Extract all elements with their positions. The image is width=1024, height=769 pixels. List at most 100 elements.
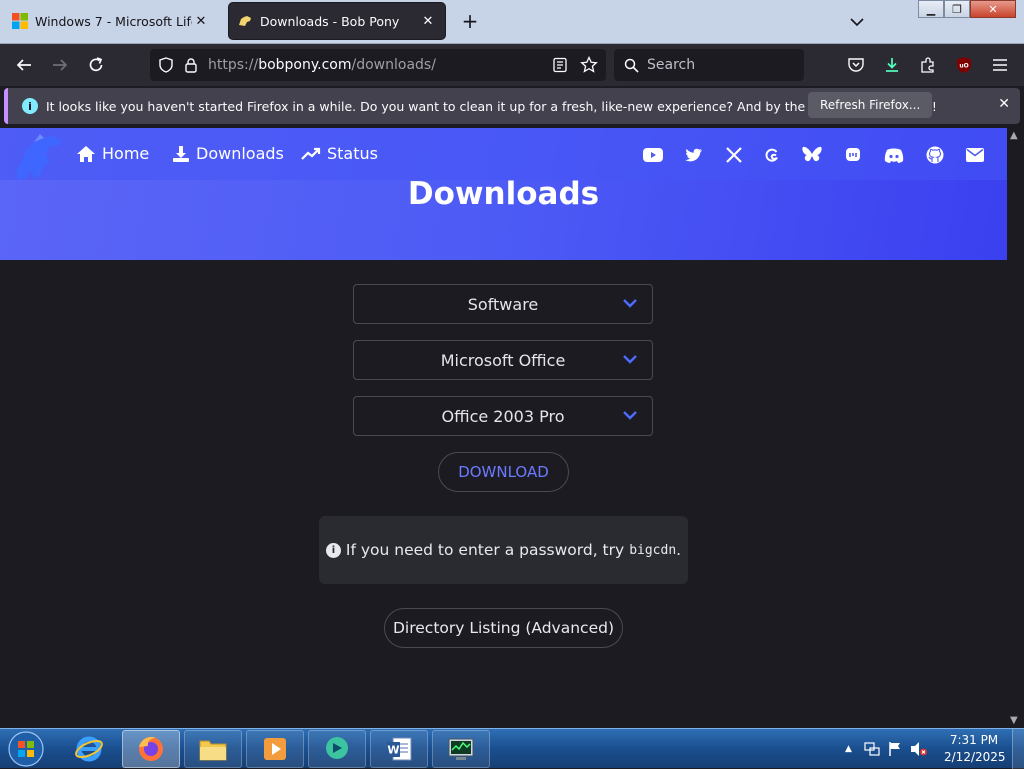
- media-player-icon: [264, 738, 286, 760]
- minimize-button[interactable]: ▁: [918, 0, 944, 18]
- threads-icon[interactable]: [761, 144, 783, 166]
- action-center-flag-icon[interactable]: [888, 741, 902, 757]
- navigation-toolbar: https://bobpony.com/downloads/ Search uO: [0, 44, 1024, 86]
- hamburger-menu-icon: [993, 59, 1007, 71]
- reload-button[interactable]: [84, 53, 108, 77]
- bob-pony-logo-icon[interactable]: [10, 132, 66, 182]
- downloads-button[interactable]: [880, 53, 904, 77]
- lock-icon[interactable]: [184, 57, 198, 73]
- download-arrow-icon: [886, 58, 898, 72]
- x-icon[interactable]: [723, 144, 745, 166]
- nav-downloads-link[interactable]: Downloads: [172, 144, 284, 163]
- network-icon[interactable]: [864, 741, 880, 757]
- download-icon: [173, 145, 189, 162]
- ublock-origin-button[interactable]: uO: [952, 53, 976, 77]
- back-button[interactable]: [12, 53, 36, 77]
- tab-downloads-bob-pony[interactable]: Downloads - Bob Pony ✕: [228, 2, 446, 40]
- directory-listing-button[interactable]: Directory Listing (Advanced): [384, 608, 623, 648]
- password-notice-text: If you need to enter a password, try: [345, 541, 625, 559]
- messenger-icon: [326, 737, 348, 759]
- url-path: /downloads/: [351, 57, 436, 73]
- window-controls: ▁ ❐ ✕: [918, 0, 1016, 18]
- start-button[interactable]: [6, 730, 46, 768]
- maximize-button[interactable]: ❐: [944, 0, 970, 18]
- pocket-button[interactable]: [844, 53, 868, 77]
- notification-text: It looks like you haven't started Firefo…: [46, 98, 937, 114]
- download-button[interactable]: DOWNLOAD: [438, 452, 569, 492]
- url-host: bobpony.com: [258, 57, 352, 73]
- tab-title: Downloads - Bob Pony: [260, 13, 400, 29]
- taskbar-internet-explorer[interactable]: [60, 730, 118, 768]
- scroll-up-arrow-icon[interactable]: ▲: [1010, 130, 1018, 141]
- forward-button[interactable]: [48, 53, 72, 77]
- address-bar[interactable]: https://bobpony.com/downloads/: [150, 49, 606, 81]
- password-notice: i If you need to enter a password, try b…: [319, 516, 688, 584]
- chevron-down-icon: [623, 411, 637, 420]
- bookmark-star-icon[interactable]: [580, 56, 598, 74]
- password-code: bigcdn: [629, 542, 677, 558]
- nav-downloads-label: Downloads: [196, 144, 284, 163]
- reader-view-icon[interactable]: [552, 57, 568, 73]
- system-tray: ▲: [845, 729, 928, 769]
- search-input[interactable]: Search: [614, 49, 804, 81]
- show-hidden-icons-icon[interactable]: ▲: [845, 744, 852, 754]
- mastodon-icon[interactable]: [842, 144, 864, 166]
- window-close-button[interactable]: ✕: [970, 0, 1016, 18]
- back-arrow-icon: [16, 59, 31, 71]
- category-select[interactable]: Software: [353, 284, 653, 324]
- bluesky-icon[interactable]: [801, 144, 823, 166]
- extensions-button[interactable]: [916, 53, 940, 77]
- refresh-firefox-notification: i It looks like you haven't started Fire…: [4, 88, 1020, 124]
- show-desktop-button[interactable]: [1012, 729, 1024, 769]
- tab-windows7-lifecycle[interactable]: Windows 7 - Microsoft Lifecycle ✕: [4, 2, 218, 40]
- app-menu-button[interactable]: [988, 53, 1012, 77]
- notification-close-icon[interactable]: ✕: [998, 96, 1010, 112]
- github-icon[interactable]: [924, 144, 946, 166]
- nav-home-link[interactable]: Home: [76, 144, 149, 163]
- refresh-firefox-button[interactable]: Refresh Firefox...: [808, 92, 933, 118]
- product-select[interactable]: Microsoft Office: [353, 340, 653, 380]
- new-tab-button[interactable]: +: [458, 10, 482, 34]
- list-all-tabs-icon[interactable]: [846, 12, 868, 32]
- tab-title: Windows 7 - Microsoft Lifecycle: [35, 13, 192, 29]
- tab-strip: Windows 7 - Microsoft Lifecycle ✕ Downlo…: [0, 0, 1024, 44]
- taskbar-clock[interactable]: 7:31 PM 2/12/2025: [944, 732, 1006, 766]
- taskbar-live-messenger[interactable]: [308, 730, 366, 768]
- close-tab-icon[interactable]: ✕: [419, 12, 437, 30]
- password-notice-suffix: .: [676, 541, 682, 559]
- close-tab-icon[interactable]: ✕: [192, 12, 210, 30]
- internet-explorer-icon: [75, 736, 103, 762]
- puzzle-piece-icon: [921, 57, 934, 73]
- version-select-value: Office 2003 Pro: [441, 406, 565, 426]
- discord-icon[interactable]: [883, 144, 905, 166]
- clock-time: 7:31 PM: [949, 733, 999, 747]
- email-icon[interactable]: [964, 144, 986, 166]
- twitter-icon[interactable]: [683, 144, 705, 166]
- taskbar-media-player[interactable]: [246, 730, 304, 768]
- hero-banner: Home Downloads Status Downloads: [0, 128, 1007, 260]
- tracking-protection-shield-icon[interactable]: [158, 57, 174, 73]
- nav-home-label: Home: [102, 144, 150, 163]
- pocket-icon: [848, 58, 864, 72]
- product-select-value: Microsoft Office: [440, 350, 566, 370]
- search-icon: [624, 58, 639, 73]
- page-scrollbar[interactable]: ▲ ▼: [1007, 128, 1024, 728]
- bob-pony-favicon-icon: [239, 16, 251, 26]
- chevron-down-icon: [623, 355, 637, 364]
- taskbar-microsoft-word[interactable]: W: [370, 730, 428, 768]
- taskbar-firefox[interactable]: [122, 730, 180, 768]
- nav-status-link[interactable]: Status: [301, 144, 378, 163]
- task-manager-icon: [448, 738, 474, 760]
- version-select[interactable]: Office 2003 Pro: [353, 396, 653, 436]
- ublock-origin-icon: uO: [957, 57, 971, 73]
- forward-arrow-icon: [53, 59, 68, 71]
- youtube-icon[interactable]: [642, 144, 664, 166]
- category-select-value: Software: [467, 294, 539, 314]
- page-title: Downloads: [407, 176, 600, 212]
- volume-muted-icon[interactable]: [910, 741, 928, 757]
- taskbar-windows-explorer[interactable]: [184, 730, 242, 768]
- nav-status-label: Status: [327, 144, 378, 163]
- scroll-down-arrow-icon[interactable]: ▼: [1010, 715, 1018, 726]
- chevron-down-icon: [623, 299, 637, 308]
- taskbar-task-manager[interactable]: [432, 730, 490, 768]
